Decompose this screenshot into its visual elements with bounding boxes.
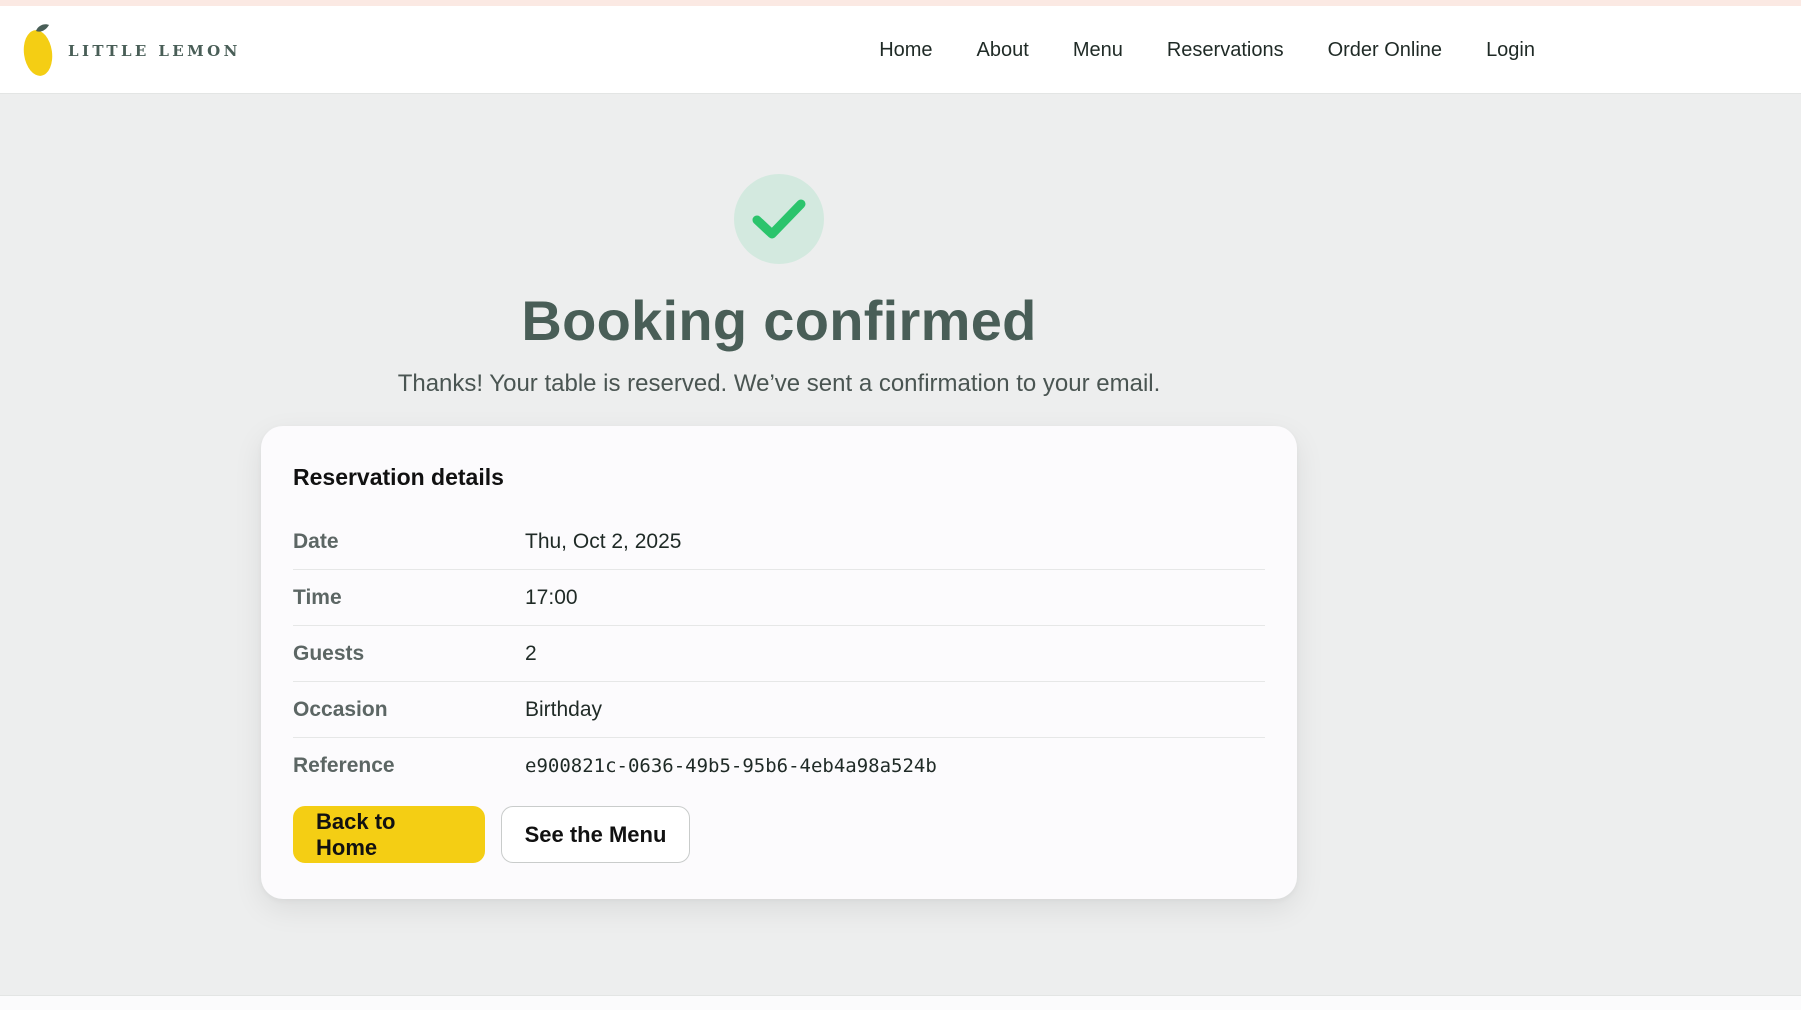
reference-code: e900821c-0636-49b5-95b6-4eb4a98a524b — [525, 755, 937, 777]
reservation-details-card: Reservation details Date Thu, Oct 2, 202… — [261, 426, 1297, 899]
nav-reservations[interactable]: Reservations — [1167, 39, 1284, 62]
main-nav: Home About Menu Reservations Order Onlin… — [879, 6, 1535, 94]
detail-value: Birthday — [525, 697, 603, 721]
nav-menu[interactable]: Menu — [1073, 39, 1123, 62]
detail-label: Date — [293, 529, 339, 553]
detail-label: Time — [293, 585, 342, 609]
nav-home[interactable]: Home — [879, 39, 932, 62]
logo-text: LITTLE LEMON — [68, 42, 241, 60]
detail-row-occasion: Occasion Birthday — [293, 682, 1265, 738]
back-to-home-button[interactable]: Back to Home — [293, 806, 485, 863]
nav-about[interactable]: About — [977, 39, 1029, 62]
nav-login[interactable]: Login — [1486, 39, 1535, 62]
card-heading: Reservation details — [293, 464, 504, 490]
detail-value: 17:00 — [525, 585, 578, 609]
footer-edge — [0, 995, 1801, 1010]
detail-label: Reference — [293, 754, 395, 777]
see-menu-button[interactable]: See the Menu — [501, 806, 690, 863]
card-actions: Back to Home See the Menu — [293, 806, 1265, 863]
check-icon — [752, 199, 806, 239]
detail-row-time: Time 17:00 — [293, 570, 1265, 626]
nav-order-online[interactable]: Order Online — [1328, 39, 1443, 62]
success-badge — [734, 174, 824, 264]
detail-row-reference: Reference e900821c-0636-49b5-95b6-4eb4a9… — [293, 738, 1265, 794]
detail-row-date: Date Thu, Oct 2, 2025 — [293, 514, 1265, 570]
lemon-icon — [23, 24, 53, 76]
page-title: Booking confirmed — [521, 289, 1037, 352]
detail-row-guests: Guests 2 — [293, 626, 1265, 682]
logo[interactable]: LITTLE LEMON — [22, 20, 241, 82]
detail-label: Guests — [293, 641, 365, 665]
site-header: LITTLE LEMON Home About Menu Reservation… — [0, 6, 1801, 94]
detail-value: Thu, Oct 2, 2025 — [525, 529, 682, 553]
detail-value: 2 — [525, 641, 537, 665]
confirmation-message: Thanks! Your table is reserved. We’ve se… — [397, 370, 1161, 397]
detail-label: Occasion — [293, 697, 388, 721]
